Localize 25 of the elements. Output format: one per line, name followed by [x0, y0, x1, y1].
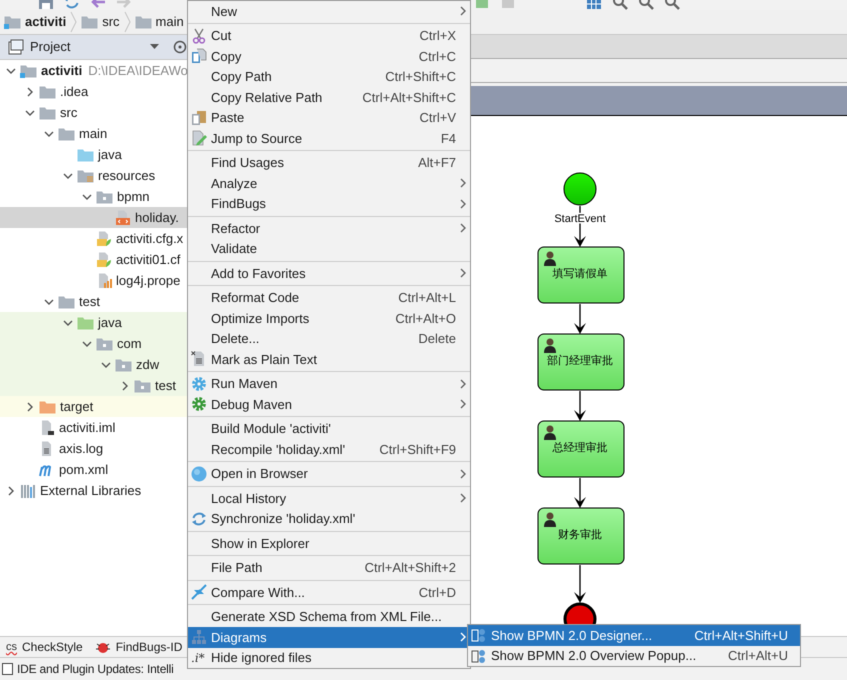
shortcut-text: F4 — [440, 130, 456, 148]
tree-item-label: activiti — [41, 62, 82, 80]
shortcut-text: Ctrl+Shift+F9 — [378, 440, 456, 458]
task-label: 部门经理审批 — [547, 354, 613, 367]
shortcut-text: Ctrl+Alt+O — [394, 310, 456, 328]
shortcut-text: Ctrl+Shift+C — [384, 68, 456, 86]
panel-title: Project — [30, 38, 70, 56]
path-text: D:\IDEA\IDEAWo — [88, 62, 188, 80]
status-text: IDE and Plugin Updates: Intelli — [17, 661, 174, 678]
shortcut-text: Ctrl+Alt+Shift+U — [693, 626, 788, 644]
task-label: 财务审批 — [558, 528, 602, 541]
shortcut-text: Ctrl+V — [418, 109, 456, 127]
ignore-glyph: .i* — [191, 650, 205, 667]
shortcut-text: Alt+F7 — [417, 154, 456, 172]
shortcut-text: Ctrl+X — [418, 27, 456, 45]
task-label: 填写请假单 — [552, 267, 608, 280]
shortcut-text: Ctrl+Alt+Shift+2 — [364, 559, 456, 577]
shortcut-text: Delete — [417, 330, 456, 348]
shortcut-text: Ctrl+C — [418, 48, 456, 66]
shortcut-text: Ctrl+D — [418, 584, 456, 602]
shortcut-text: Ctrl+Alt+Shift+C — [361, 88, 456, 106]
shortcut-text: Ctrl+Alt+L — [397, 289, 456, 307]
shortcut-text: Ctrl+Alt+U — [727, 647, 788, 665]
task-label: 总经理审批 — [552, 441, 608, 454]
checkstyle-glyph: cs — [6, 640, 17, 655]
